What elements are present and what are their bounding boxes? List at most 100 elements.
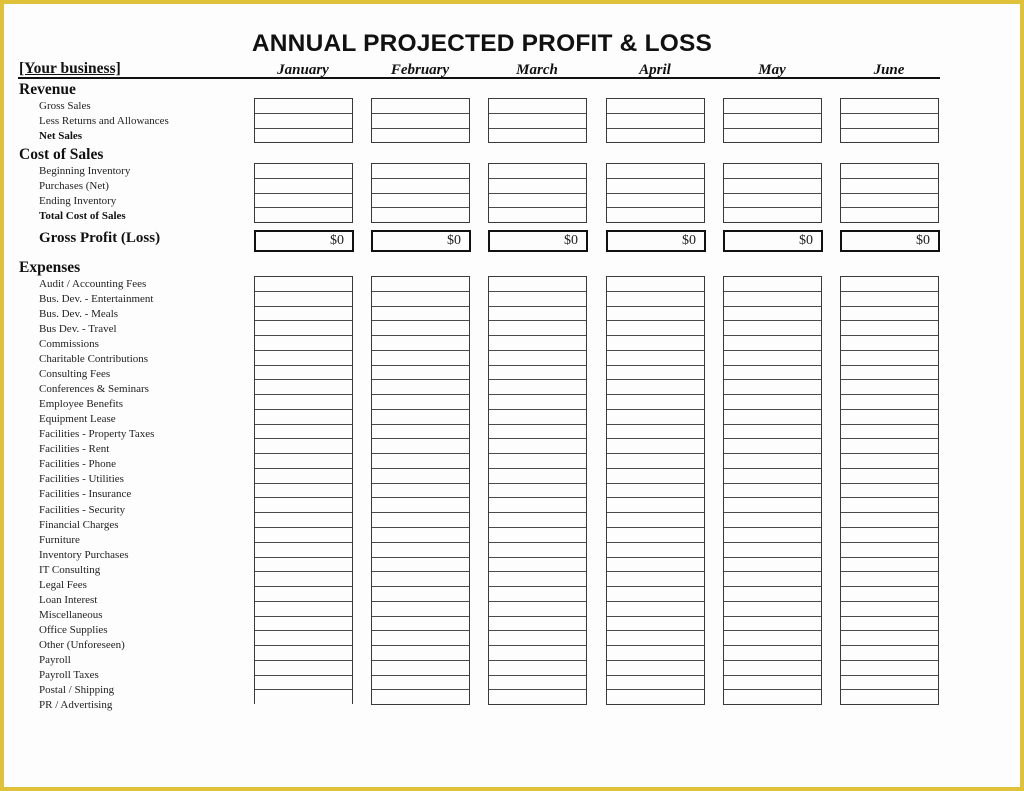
input-cell[interactable]: [607, 617, 704, 632]
input-cell[interactable]: [724, 617, 821, 632]
input-cell[interactable]: [724, 164, 821, 179]
input-cell[interactable]: [255, 558, 352, 573]
input-cell[interactable]: [255, 454, 352, 469]
input-cell[interactable]: [489, 439, 586, 455]
input-cell[interactable]: [489, 528, 586, 543]
input-cell[interactable]: [841, 661, 938, 676]
input-cell[interactable]: [724, 528, 821, 543]
input-cell[interactable]: [372, 380, 469, 396]
input-cell[interactable]: [372, 498, 469, 514]
input-cell[interactable]: [489, 498, 586, 514]
input-cell[interactable]: [724, 277, 821, 292]
input-cell[interactable]: [607, 292, 704, 307]
input-cell[interactable]: [607, 410, 704, 425]
input-cell[interactable]: [607, 646, 704, 661]
input-cell[interactable]: [255, 410, 352, 425]
input-cell[interactable]: [255, 380, 352, 396]
input-cell[interactable]: [489, 543, 586, 558]
input-cell[interactable]: [841, 208, 938, 222]
input-cell[interactable]: [372, 321, 469, 337]
input-cell[interactable]: [489, 661, 586, 676]
input-cell[interactable]: [724, 307, 821, 322]
business-name-field[interactable]: [Your business]: [19, 60, 121, 78]
input-cell[interactable]: [841, 602, 938, 617]
input-cell[interactable]: [607, 572, 704, 588]
input-cell[interactable]: [372, 469, 469, 484]
input-cell[interactable]: [489, 164, 586, 179]
input-cell[interactable]: [724, 572, 821, 588]
input-cell[interactable]: [607, 439, 704, 455]
input-cell[interactable]: [255, 179, 352, 194]
input-cell[interactable]: [607, 129, 704, 143]
input-cell[interactable]: [372, 631, 469, 647]
input-cell[interactable]: [841, 321, 938, 337]
input-cell[interactable]: [841, 410, 938, 425]
input-cell[interactable]: [489, 425, 586, 440]
input-cell[interactable]: [724, 194, 821, 209]
input-cell[interactable]: [489, 587, 586, 602]
input-cell[interactable]: [372, 690, 469, 704]
input-cell[interactable]: [841, 513, 938, 529]
input-cell[interactable]: [607, 277, 704, 292]
input-cell[interactable]: [255, 208, 352, 222]
input-cell[interactable]: [489, 676, 586, 691]
input-cell[interactable]: [489, 380, 586, 396]
input-cell[interactable]: [255, 439, 352, 455]
input-cell[interactable]: [841, 194, 938, 209]
input-cell[interactable]: [724, 484, 821, 499]
input-cell[interactable]: [255, 498, 352, 514]
input-cell[interactable]: [372, 292, 469, 307]
input-cell[interactable]: [724, 425, 821, 440]
input-cell[interactable]: [372, 395, 469, 410]
input-cell[interactable]: [489, 307, 586, 322]
input-cell[interactable]: [841, 676, 938, 691]
input-cell[interactable]: [841, 99, 938, 114]
input-cell[interactable]: [372, 336, 469, 351]
input-cell[interactable]: [489, 366, 586, 381]
input-cell[interactable]: [841, 469, 938, 484]
input-cell[interactable]: [372, 587, 469, 602]
input-cell[interactable]: [255, 164, 352, 179]
input-cell[interactable]: [255, 617, 352, 632]
input-cell[interactable]: [489, 351, 586, 366]
input-cell[interactable]: [489, 321, 586, 337]
input-cell[interactable]: [255, 425, 352, 440]
input-cell[interactable]: [372, 208, 469, 222]
input-cell[interactable]: [489, 646, 586, 661]
input-cell[interactable]: [724, 646, 821, 661]
input-cell[interactable]: [255, 395, 352, 410]
input-cell[interactable]: [841, 690, 938, 704]
input-cell[interactable]: [841, 351, 938, 366]
input-cell[interactable]: [607, 425, 704, 440]
input-cell[interactable]: [841, 380, 938, 396]
input-cell[interactable]: [841, 498, 938, 514]
input-cell[interactable]: [489, 410, 586, 425]
input-cell[interactable]: [372, 572, 469, 588]
input-cell[interactable]: [372, 543, 469, 558]
input-cell[interactable]: [489, 395, 586, 410]
input-cell[interactable]: [255, 277, 352, 292]
input-cell[interactable]: [841, 454, 938, 469]
input-cell[interactable]: [724, 380, 821, 396]
input-cell[interactable]: [489, 469, 586, 484]
input-cell[interactable]: [607, 558, 704, 573]
input-cell[interactable]: [607, 498, 704, 514]
input-cell[interactable]: [489, 631, 586, 647]
input-cell[interactable]: [255, 292, 352, 307]
input-cell[interactable]: [607, 513, 704, 529]
input-cell[interactable]: [724, 469, 821, 484]
input-cell[interactable]: [607, 114, 704, 129]
input-cell[interactable]: [372, 454, 469, 469]
input-cell[interactable]: [372, 366, 469, 381]
input-cell[interactable]: [372, 425, 469, 440]
input-cell[interactable]: [489, 336, 586, 351]
input-cell[interactable]: [607, 194, 704, 209]
input-cell[interactable]: [255, 513, 352, 529]
input-cell[interactable]: [724, 558, 821, 573]
input-cell[interactable]: [255, 646, 352, 661]
input-cell[interactable]: [255, 572, 352, 588]
input-cell[interactable]: [255, 587, 352, 602]
input-cell[interactable]: [255, 336, 352, 351]
input-cell[interactable]: [607, 676, 704, 691]
input-cell[interactable]: [372, 602, 469, 617]
